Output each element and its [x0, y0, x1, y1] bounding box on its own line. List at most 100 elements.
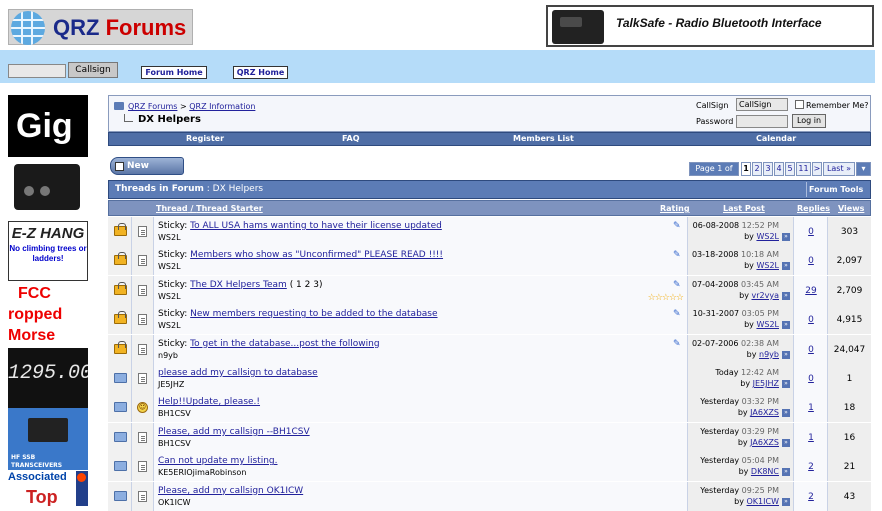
page-last[interactable]: Last » — [823, 162, 855, 176]
go-to-last-post-icon[interactable]: » — [782, 497, 790, 506]
thread-title-link[interactable]: Please, add my callsign --BH1CSV — [158, 427, 310, 437]
thread-pages[interactable]: ( 1 2 3) — [290, 280, 323, 290]
col-views[interactable]: Views — [838, 204, 864, 213]
last-post-author[interactable]: vr2vya — [752, 291, 779, 300]
forum-tools-menu[interactable]: Forum Tools ▾ — [806, 182, 870, 209]
thread-starter: JE5JHZ — [158, 380, 185, 389]
menu-faq[interactable]: FAQ — [342, 134, 360, 143]
callsign-search-button[interactable]: Callsign — [68, 62, 118, 78]
last-post-time: 09:25 PM — [741, 485, 779, 495]
col-thread[interactable]: Thread / Thread Starter — [156, 204, 263, 213]
last-post-time: 03:45 AM — [741, 279, 779, 289]
thread-starter: WS2L — [158, 321, 181, 331]
pin-icon: ✎ — [673, 221, 681, 231]
menu-calendar[interactable]: Calendar — [756, 134, 796, 143]
replies-count[interactable]: 0 — [808, 315, 814, 325]
col-last-post[interactable]: Last Post — [723, 204, 765, 213]
thread-title-link[interactable]: please add my callsign to database — [158, 368, 318, 378]
last-post-time: 03:05 PM — [741, 309, 779, 319]
hf-ad-text: HF SSB TRANSCEIVERS — [11, 454, 63, 469]
thread-title-link[interactable]: The DX Helpers Team — [190, 280, 287, 290]
last-post-time: 02:38 AM — [741, 338, 779, 348]
go-to-last-post-icon[interactable]: » — [782, 380, 790, 388]
thread-title-link[interactable]: To get in the database...post the follow… — [190, 339, 379, 349]
thread-title-link[interactable]: To ALL USA hams wanting to have their li… — [190, 221, 442, 231]
replies-count[interactable]: 2 — [808, 492, 814, 502]
callsign-label: CallSign — [696, 101, 729, 110]
ez-hang-ad[interactable]: E-Z HANG No climbing trees or ladders! — [8, 221, 88, 281]
go-to-last-post-icon[interactable]: » — [782, 233, 790, 241]
replies-count[interactable]: 29 — [805, 286, 816, 296]
hf-transceiver-ad[interactable]: HF SSB TRANSCEIVERS — [8, 408, 88, 470]
thread-title-link[interactable]: New members requesting to be added to th… — [190, 309, 437, 319]
views-count: 21 — [843, 462, 856, 473]
thread-title-link[interactable]: Members who show as "Unconfirmed" PLEASE… — [190, 250, 443, 260]
page-5[interactable]: 5 — [785, 162, 795, 176]
go-to-last-post-icon[interactable]: » — [782, 321, 790, 330]
menu-members-list[interactable]: Members List — [513, 134, 574, 143]
qrz-forums-logo[interactable]: QRZ Forums — [8, 9, 193, 45]
locked-folder-icon — [114, 223, 127, 236]
go-to-last-post-icon[interactable]: » — [782, 262, 790, 271]
folder-icon — [114, 373, 127, 383]
replies-count[interactable]: 0 — [808, 256, 814, 266]
forum-home-link[interactable]: Forum Home — [141, 66, 207, 79]
gig-ad[interactable]: Gig — [8, 95, 88, 157]
fcc-morse-ad[interactable]: FCC ropped Morse — [8, 283, 88, 347]
replies-count[interactable]: 0 — [808, 227, 814, 237]
last-post-author[interactable]: JA6XZS — [750, 408, 779, 417]
thread-title-link[interactable]: Help!!Update, please.! — [158, 397, 260, 407]
go-to-last-post-icon[interactable]: » — [782, 291, 790, 300]
replies-count[interactable]: 0 — [808, 374, 814, 384]
last-post-author[interactable]: OK1ICW — [747, 497, 780, 506]
talksafe-banner-ad[interactable]: TalkSafe - Radio Bluetooth Interface — [546, 5, 874, 47]
locked-folder-icon — [114, 281, 127, 295]
breadcrumb-qrz-forums[interactable]: QRZ Forums — [128, 102, 177, 111]
col-rating[interactable]: Rating — [660, 204, 690, 213]
col-replies[interactable]: Replies — [797, 204, 830, 213]
replies-count[interactable]: 1 — [808, 403, 814, 413]
last-post-author[interactable]: n9yb — [759, 350, 779, 359]
page-3[interactable]: 3 — [763, 162, 773, 176]
qrz-home-link[interactable]: QRZ Home — [233, 66, 288, 79]
frequency-display-ad[interactable]: 1295.00 — [8, 348, 88, 408]
thread-starter: OK1ICW — [158, 497, 191, 507]
folder-icon — [114, 102, 124, 110]
replies-count[interactable]: 1 — [808, 433, 814, 443]
thread-row: Can not update my listing. KE5ERIOjimaRob… — [108, 452, 871, 482]
page-11[interactable]: 11 — [796, 162, 811, 176]
new-thread-button[interactable]: New Thread — [110, 157, 184, 187]
thread-row: Sticky: New members requesting to be add… — [108, 305, 871, 335]
transceiver-image — [28, 418, 68, 442]
page-2[interactable]: 2 — [752, 162, 762, 176]
go-to-last-post-icon[interactable]: » — [782, 409, 790, 418]
thread-title-link[interactable]: Can not update my listing. — [158, 456, 278, 466]
password-input[interactable] — [736, 115, 788, 128]
thread-row: Please, add my callsign OK1ICW OK1ICW Yest… — [108, 481, 871, 511]
last-post-author[interactable]: WS2L — [756, 232, 779, 241]
login-callsign-input[interactable]: CallSign — [736, 98, 788, 111]
go-to-last-post-icon[interactable]: » — [782, 468, 790, 477]
callsign-search-input[interactable] — [8, 64, 66, 78]
go-to-last-post-icon[interactable]: » — [782, 438, 790, 447]
breadcrumb-qrz-information[interactable]: QRZ Information — [189, 102, 255, 111]
go-to-last-post-icon[interactable]: » — [782, 350, 790, 359]
last-post-author[interactable]: JE5JHZ — [753, 379, 779, 388]
last-post-author[interactable]: WS2L — [756, 261, 779, 270]
page-next[interactable]: > — [812, 162, 822, 176]
last-post-author[interactable]: WS2L — [756, 320, 779, 329]
replies-count[interactable]: 2 — [808, 462, 814, 472]
associated-radio-ad[interactable]: Associated Top — [8, 471, 88, 506]
tree-branch-icon — [124, 114, 133, 122]
remember-me-checkbox[interactable] — [795, 100, 804, 109]
page-4[interactable]: 4 — [774, 162, 784, 176]
thread-title-link[interactable]: Please, add my callsign OK1ICW — [158, 486, 303, 496]
menu-register[interactable]: Register — [186, 134, 224, 143]
last-post-author[interactable]: JA6XZS — [750, 438, 779, 447]
chevron-down-icon[interactable]: ▾ — [856, 162, 871, 176]
document-icon — [138, 343, 147, 355]
talksafe-device-ad[interactable] — [8, 158, 88, 218]
last-post-author[interactable]: DK8NC — [751, 467, 779, 476]
login-button[interactable]: Log in — [792, 114, 826, 128]
replies-count[interactable]: 0 — [808, 345, 814, 355]
